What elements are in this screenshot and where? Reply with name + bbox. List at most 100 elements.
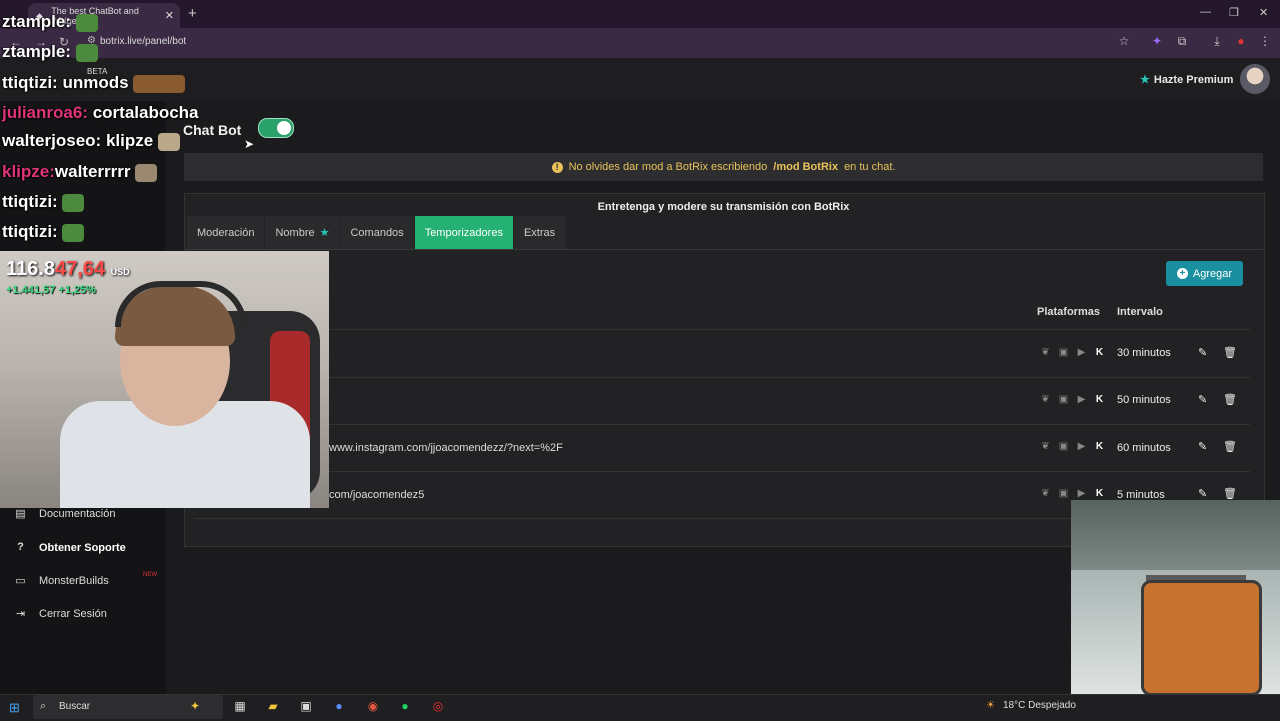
gameplay-overlay [1071,500,1280,694]
star-icon: ★ [1140,74,1150,86]
tab-comandos[interactable]: Comandos [340,216,414,249]
weather-sun-icon: ☀ [986,700,995,711]
edit-pencil-icon[interactable]: ✎ [1198,346,1207,359]
table-divider [194,377,1250,378]
kick-icon: K [1095,347,1104,358]
toggle-knob [277,121,291,135]
delete-trash-icon[interactable]: 🗑 [1223,440,1237,453]
chat-message: julianroa6: cortalabocha [2,103,199,123]
chat-username: ttiqtizi: [2,73,58,92]
chat-username: walterjoseo: [2,131,102,150]
profile-icon[interactable]: ● [1234,34,1248,48]
tab-moderacion[interactable]: Moderación [187,216,265,249]
sidebar-item-monsterbuilds[interactable]: ▭ MonsterBuilds [14,574,109,588]
chat-username: ztample: [2,42,71,61]
user-avatar[interactable] [1240,64,1270,94]
info-icon: ! [551,161,563,173]
chat-text: walterrrrr [54,162,131,181]
close-window-button[interactable]: ✕ [1259,6,1268,19]
delete-trash-icon[interactable]: 🗑 [1223,346,1237,359]
column-header-platforms: Plataformas [1037,306,1100,318]
notice-command: /mod BotRix [773,161,839,173]
pepe-emote-icon [62,193,85,212]
store-icon[interactable]: ▣ [298,699,314,715]
restore-window-button[interactable]: ❐ [1229,6,1239,19]
copilot-sparkle-icon[interactable]: ✦ [187,699,203,715]
obs-icon[interactable]: ◎ [430,699,446,715]
monitor-icon: ▭ [15,575,26,587]
sidebar-item-cerrar-sesion[interactable]: ⇥ Cerrar Sesión [14,607,107,621]
stock-ticker: 116.847,64 USD [6,258,130,281]
tab-label: Extras [523,226,556,239]
chrome-icon[interactable]: ◉ [365,699,381,715]
platform-icons: ❦ ▣ ▶ K [1039,394,1106,405]
minimize-window-button[interactable]: — [1200,6,1211,18]
pepe-emote-icon [75,43,98,62]
pepe-emote-icon [75,13,98,32]
search-icon: ⌕ [40,700,47,712]
download-icon[interactable]: ⤓ [1210,34,1224,48]
premium-link[interactable]: ★ Hazte Premium [1140,73,1233,86]
game-vehicle [1141,580,1262,694]
timer-interval: 30 minutos [1117,347,1171,359]
snowy-forest [1071,500,1280,570]
stock-price-main: 116.8 [6,258,55,280]
chatbot-enable-toggle[interactable] [258,118,294,138]
trovo-icon: ❦ [1041,394,1050,405]
extensions-puzzle-icon[interactable]: ⧉ [1175,34,1189,48]
sidebar-item-label: Obtener Soporte [39,541,126,554]
delete-trash-icon[interactable]: 🗑 [1223,393,1237,406]
windows-start-icon[interactable]: ⊞ [9,700,20,716]
edit-pencil-icon[interactable]: ✎ [1198,487,1207,500]
plus-icon: + [1176,268,1188,279]
tab-label: Moderación [197,226,255,239]
tab-nombre[interactable]: Nombre ★ [265,216,340,249]
file-explorer-icon[interactable]: ▰ [265,699,281,715]
edit-pencil-icon[interactable]: ✎ [1198,440,1207,453]
timer-interval: 50 minutos [1117,394,1171,406]
delete-trash-icon[interactable]: 🗑 [1223,487,1237,500]
task-view-icon[interactable]: ▦ [232,699,248,715]
chat-message: ttiqtizi: unmods [2,73,186,93]
twitch-icon: ▣ [1058,488,1069,499]
twitch-icon: ▣ [1058,347,1069,358]
wave-emote-icon [157,132,180,151]
add-button-label: Agregar [1192,267,1233,280]
tab-extras[interactable]: Extras [513,216,566,249]
stock-price-decimal: 47,64 [54,258,106,280]
chat-text: unmods [62,73,129,92]
kick-icon: K [1095,441,1104,452]
chat-username: ztample: [2,12,71,31]
chat-text: klipze [105,131,154,150]
weather-widget[interactable]: ☀ 18°C Despejado [986,700,1076,711]
add-timer-button[interactable]: + Agregar [1166,261,1243,286]
tab-temporizadores[interactable]: Temporizadores [414,216,513,249]
edit-pencil-icon[interactable]: ✎ [1198,393,1207,406]
close-tab-icon[interactable]: ✕ [165,9,174,22]
chat-username: ttiqtizi: [2,192,58,211]
extension-icon[interactable]: ✦ [1150,34,1164,48]
site-header [0,58,1280,102]
emote-strip-icon [133,74,186,93]
chat-message: klipze:walterrrrr [2,162,158,182]
sidebar-item-documentacion[interactable]: ▤ Documentación [14,507,115,521]
url-field[interactable]: botrix.live/panel/bot [100,36,186,47]
chat-username: ttiqtizi: [2,222,58,241]
discord-icon[interactable]: ● [331,699,347,715]
bookmark-star-icon[interactable]: ☆ [1117,34,1131,48]
notice-prefix: No olvides dar mod a BotRix escribiendo [568,161,768,173]
kick-icon: K [1095,394,1104,405]
chat-message: ttiqtizi: [2,222,85,242]
trovo-icon: ❦ [1041,488,1050,499]
stock-currency: USD [110,267,130,277]
youtube-icon: ▶ [1077,441,1086,452]
sidebar-item-obtener-soporte[interactable]: ? Obtener Soporte [14,541,126,554]
mod-reminder-notice: ! No olvides dar mod a BotRix escribiend… [184,153,1263,181]
star-icon: ★ [319,227,330,239]
chat-message: ztample: [2,12,98,32]
chat-username: klipze: [2,162,55,181]
browser-menu-icon[interactable]: ⋮ [1258,34,1272,48]
spotify-icon[interactable]: ● [397,699,413,715]
new-tab-button[interactable]: + [188,5,197,22]
sidebar-item-label: MonsterBuilds [39,574,109,587]
